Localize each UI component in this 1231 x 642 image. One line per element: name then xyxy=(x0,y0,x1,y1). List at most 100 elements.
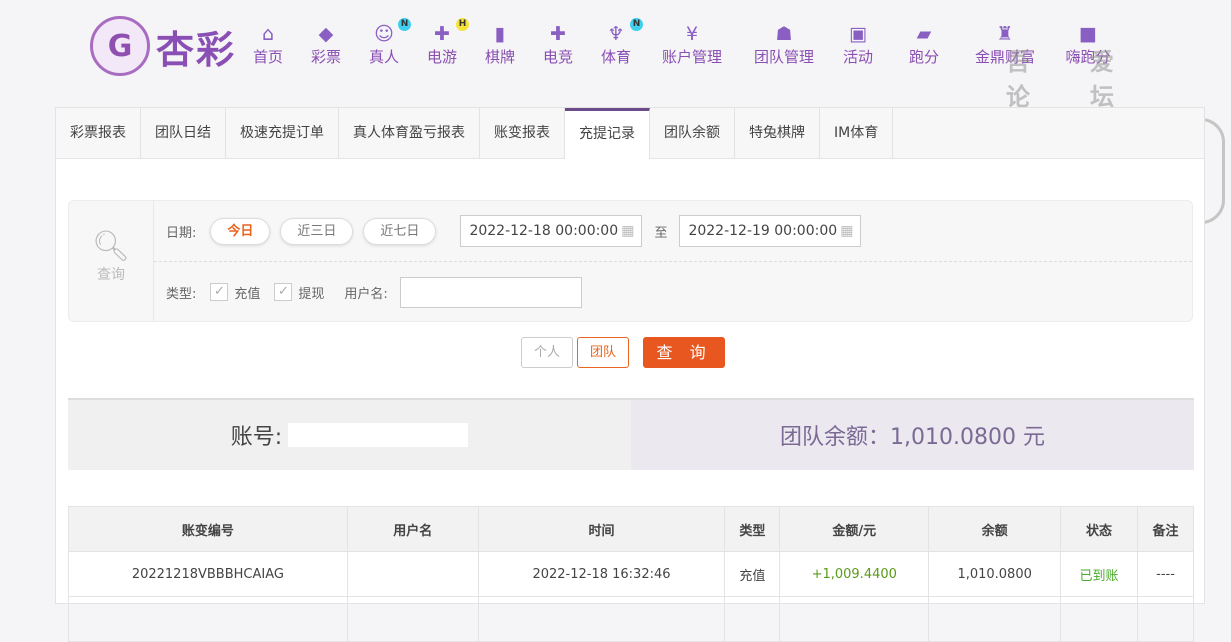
personal-button[interactable]: 个人 xyxy=(521,337,574,368)
nav-item[interactable]: ✚ 电竞 xyxy=(543,22,573,67)
nav-item[interactable]: ▮ 棋牌 xyxy=(485,22,515,67)
home-icon: ⌂ xyxy=(261,23,275,45)
tab[interactable]: 特兔棋牌 xyxy=(735,108,820,158)
account-summary: 账号: xyxy=(68,400,631,470)
table-cell: 已到账 xyxy=(1060,551,1139,597)
ticket-icon: ◆ xyxy=(318,23,334,45)
nav-label: 账户管理 xyxy=(661,48,723,66)
rhino-icon: ▰ xyxy=(916,23,932,45)
query-side-label: 查询 xyxy=(97,267,125,283)
nav-label: 首页 xyxy=(252,48,284,66)
range-today[interactable]: 今日 xyxy=(210,217,271,245)
range-7days[interactable]: 近七日 xyxy=(363,217,437,245)
badge: N xyxy=(398,18,412,31)
column-header: 用户名 xyxy=(346,506,479,552)
tab[interactable]: 充提记录 xyxy=(565,108,650,159)
logo[interactable]: G 杏彩 xyxy=(90,16,236,76)
nav-item[interactable]: ♜ 金鼎财富 xyxy=(975,22,1035,67)
records-table: 账变编号 用户名 时间 类型 金额/元 余额 状态 备注 20221218VBBBHCAIAG… xyxy=(68,506,1194,642)
column-header: 类型 xyxy=(724,506,781,552)
table-cell: 20221218VBBBHCAIAG xyxy=(68,551,348,597)
nav-label: 嗨跑分 xyxy=(1065,48,1111,66)
withdraw-label: 提现 xyxy=(298,286,325,302)
query-button[interactable]: 查 询 xyxy=(643,337,726,368)
redacted-account xyxy=(288,423,469,447)
divider xyxy=(154,261,1192,262)
gift-icon: ▣ xyxy=(849,23,867,45)
deposit-label: 充值 xyxy=(234,286,261,302)
nav-item[interactable]: ¥ 账户管理 xyxy=(662,22,722,67)
nav-item[interactable]: ✚ H 电游 xyxy=(427,18,470,67)
nav-label: 彩票 xyxy=(310,48,342,66)
column-header: 状态 xyxy=(1060,506,1139,552)
column-header: 余额 xyxy=(928,506,1062,552)
cards-icon: ▮ xyxy=(494,23,506,45)
nav-item[interactable]: ☺ N 真人 xyxy=(368,18,412,67)
logo-mark-icon: G xyxy=(90,16,150,76)
calendar-icon[interactable]: ▦ xyxy=(840,216,853,246)
nav-item[interactable]: ☗ 团队管理 xyxy=(754,22,814,67)
badge: N xyxy=(630,18,644,31)
end-date-input[interactable]: 2022-12-19 00:00:00 ▦ xyxy=(679,215,862,247)
report-tabs: 彩票报表 团队日结 极速充提订单 真人体育盈亏报表 账变报表 充提记录 团队余额 特兔棋牌 IM… xyxy=(56,108,1204,159)
tab[interactable]: 彩票报表 xyxy=(56,108,141,158)
content-panel: 彩票报表 团队日结 极速充提订单 真人体育盈亏报表 账变报表 充提记录 团队余额 特兔棋牌 IM… xyxy=(55,107,1205,642)
nav-item[interactable]: ◆ 彩票 xyxy=(311,22,341,67)
nav-item[interactable]: ■ 嗨跑分 xyxy=(1065,22,1110,67)
table-cell: +1,009.4400 xyxy=(779,551,930,597)
live-dealer-icon: ☺ N xyxy=(369,18,412,46)
table-cell: 2022-12-18 16:32:46 xyxy=(477,551,726,597)
table-row: 20221218VBBBHCAIAG 2022-12-18 16:32:46 充值 +… xyxy=(68,551,1194,597)
nav-item[interactable]: ♆ N 体育 xyxy=(600,18,644,67)
nav-item[interactable]: ▰ 跑分 xyxy=(909,22,939,67)
table-cell: 1,010.0800 xyxy=(928,551,1062,597)
nav-label: 电竞 xyxy=(542,48,574,66)
tab[interactable]: 真人体育盈亏报表 xyxy=(339,108,480,158)
tab[interactable]: IM体育 xyxy=(820,108,894,158)
to-label: 至 xyxy=(654,225,668,241)
nav-item[interactable]: ⌂ 首页 xyxy=(253,22,283,67)
username-label: 用户名: xyxy=(344,286,388,302)
table-cell: 充值 xyxy=(724,551,781,597)
username-input[interactable] xyxy=(399,276,582,308)
gamepad-icon: ✚ H xyxy=(427,18,470,46)
search-icon: 🔍︎ xyxy=(91,229,131,264)
nav-label: 团队管理 xyxy=(753,48,815,66)
summary-bar: 账号: 团队余额：1,010.0800 元 xyxy=(68,398,1194,470)
nav-label: 棋牌 xyxy=(484,48,516,66)
badge: H xyxy=(456,18,470,31)
start-date-input[interactable]: 2022-12-18 00:00:00 ▦ xyxy=(460,215,643,247)
tab[interactable]: 极速充提订单 xyxy=(226,108,339,158)
team-button[interactable]: 团队 xyxy=(577,337,630,368)
table-cell: ---- xyxy=(1137,551,1194,597)
table-cell xyxy=(346,551,479,597)
calendar-icon[interactable]: ▦ xyxy=(621,216,634,246)
nav-item[interactable]: ▣ 活动 xyxy=(843,22,873,67)
deposit-checkbox[interactable]: ✓ xyxy=(210,283,229,301)
team-balance: 团队余额：1,010.0800 元 xyxy=(631,400,1194,470)
withdraw-checkbox[interactable]: ✓ xyxy=(274,283,293,301)
column-header: 备注 xyxy=(1137,506,1194,552)
query-side: 🔍︎ 查询 xyxy=(69,201,154,321)
type-label: 类型: xyxy=(166,286,197,302)
nav-label: 跑分 xyxy=(908,48,940,66)
nav-label: 真人 xyxy=(368,48,400,66)
tab[interactable]: 团队余额 xyxy=(650,108,735,158)
range-3days[interactable]: 近三日 xyxy=(280,217,354,245)
table-row xyxy=(68,596,1194,642)
filter-box: 🔍︎ 查询 日期: 今日 近三日 近七日 2022-12-18 00:00:00… xyxy=(68,200,1193,322)
column-header: 时间 xyxy=(477,506,726,552)
column-header: 账变编号 xyxy=(68,506,348,552)
tab[interactable]: 团队日结 xyxy=(141,108,226,158)
logo-text: 杏彩 xyxy=(156,27,237,72)
trophy-icon: ♆ N xyxy=(601,18,644,46)
column-header: 金额/元 xyxy=(779,506,930,552)
gamepad-icon: ✚ xyxy=(550,23,566,45)
tab[interactable]: 账变报表 xyxy=(480,108,565,158)
nav-label: 活动 xyxy=(842,48,874,66)
team-icon: ☗ xyxy=(775,23,793,45)
date-label: 日期: xyxy=(166,225,197,241)
yen-icon: ¥ xyxy=(685,23,699,45)
nav-label: 体育 xyxy=(600,48,632,66)
nav-label: 金鼎财富 xyxy=(974,48,1036,66)
